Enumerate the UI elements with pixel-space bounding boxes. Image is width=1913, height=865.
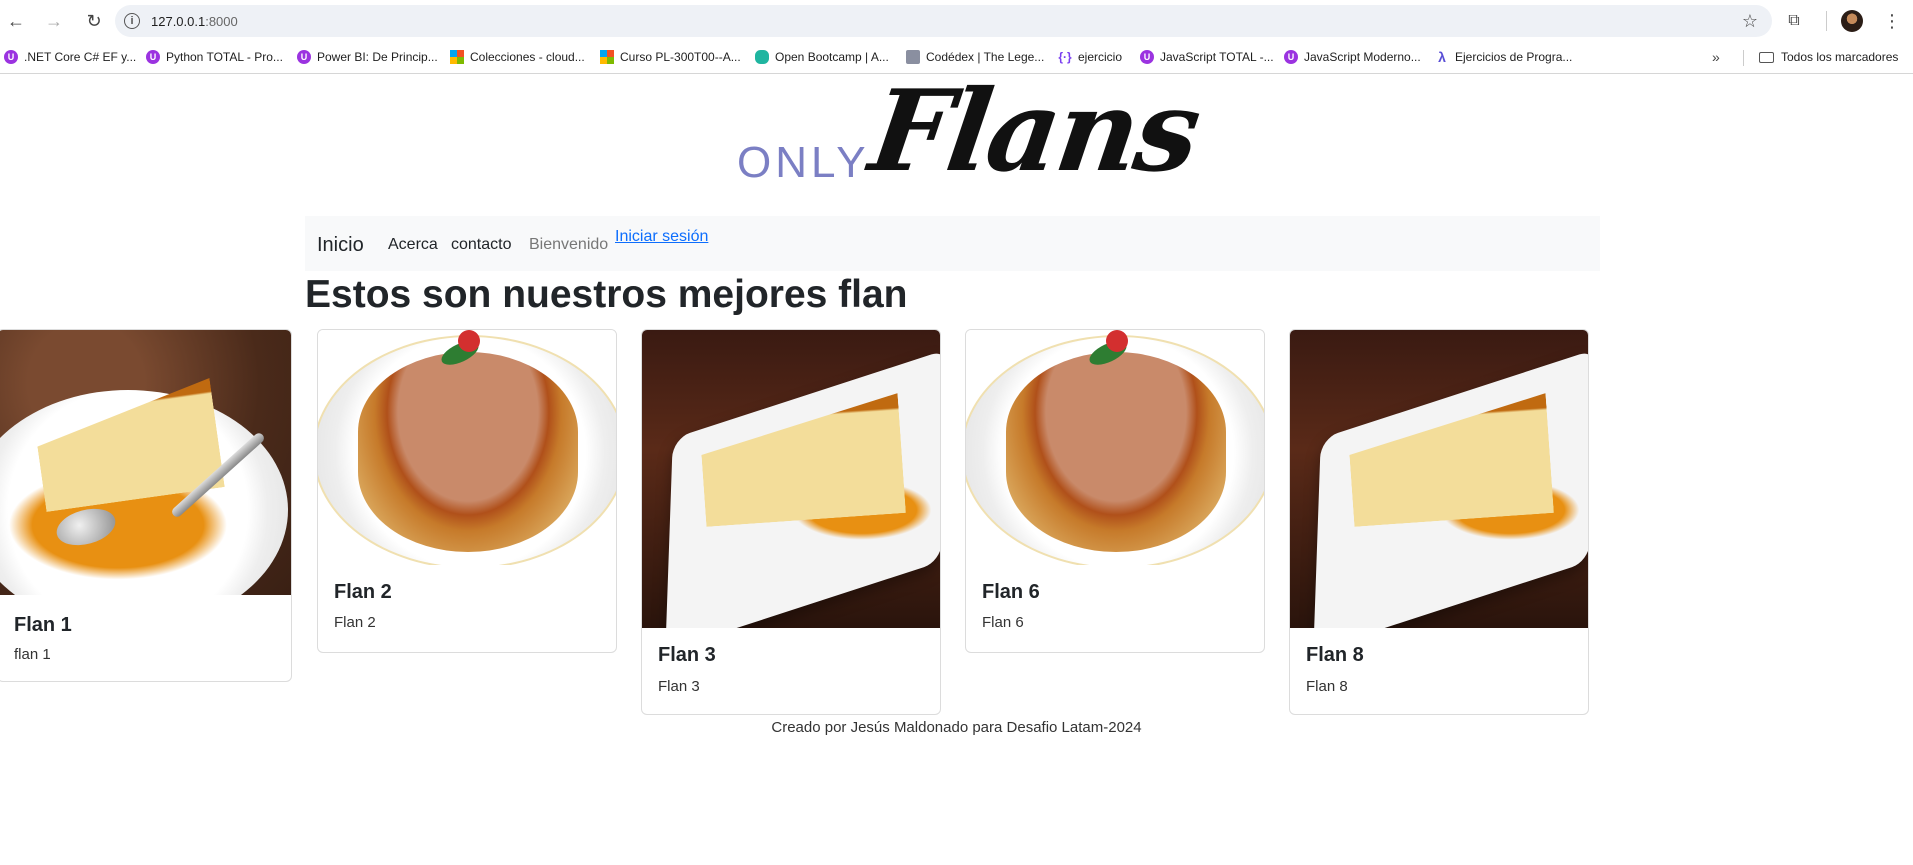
udemy-icon: U [146, 50, 160, 64]
page-footer: Creado por Jesús Maldonado para Desafio … [771, 719, 1142, 736]
more-bookmarks-chevron-icon[interactable]: » [1712, 49, 1720, 65]
bookmark-label: Codédex | The Lege... [926, 50, 1045, 64]
card-text: Flan 3 [658, 678, 700, 695]
codedex-icon [906, 50, 920, 64]
nav-brand-home[interactable]: Inicio [317, 234, 364, 257]
reload-icon[interactable]: ↻ [78, 5, 110, 37]
nav-link-contacto[interactable]: contacto [451, 236, 511, 254]
udemy-icon: U [1140, 50, 1154, 64]
udemy-icon: U [1284, 50, 1298, 64]
card-title: Flan 6 [982, 581, 1040, 603]
bookmark-label: Open Bootcamp | A... [775, 50, 889, 64]
bookmark-item[interactable]: λ Ejercicios de Progra... [1435, 49, 1573, 65]
card-text: Flan 6 [982, 614, 1024, 631]
back-arrow-icon[interactable]: ← [0, 5, 32, 37]
logo-only-text: ONLY [737, 138, 870, 187]
flan-image [642, 330, 940, 628]
url-text[interactable]: 127.0.0.1:8000 [151, 14, 238, 29]
bookmark-star-icon[interactable]: ☆ [1742, 11, 1758, 32]
nav-welcome-text: Bienvenido [529, 236, 609, 253]
flan-card[interactable]: Flan 6 Flan 6 [965, 329, 1265, 653]
bookmark-label: Colecciones - cloud... [470, 50, 585, 64]
bookmark-item[interactable]: Colecciones - cloud... [450, 50, 585, 64]
profile-avatar[interactable] [1841, 10, 1863, 32]
all-bookmarks-folder[interactable]: Todos los marcadores [1759, 50, 1898, 64]
card-title: Flan 2 [334, 581, 392, 603]
card-title: Flan 8 [1306, 644, 1364, 666]
bookmark-item[interactable]: U .NET Core C# EF y... [4, 50, 136, 64]
bookmark-item[interactable]: U Python TOTAL - Pro... [146, 50, 283, 64]
logo-flans-text: Flans [862, 66, 1206, 197]
bookmark-label: .NET Core C# EF y... [24, 50, 137, 64]
main-navbar: Inicio Acerca contacto Bienvenido Inicia… [305, 216, 1600, 271]
flan-image [0, 330, 291, 595]
bookmark-item[interactable]: U JavaScript Moderno... [1284, 50, 1421, 64]
bookmark-label: Curso PL-300T00--A... [620, 50, 741, 64]
all-bookmarks-label: Todos los marcadores [1781, 50, 1899, 64]
bookmark-item[interactable]: Codédex | The Lege... [906, 50, 1044, 64]
udemy-icon: U [4, 50, 18, 64]
card-title: Flan 1 [14, 614, 72, 636]
browser-toolbar: ← → ↻ i 127.0.0.1:8000 ☆ ⧉ ⋮ [0, 0, 1913, 42]
flan-card[interactable]: Flan 8 Flan 8 [1289, 329, 1589, 715]
url-host: 127.0.0.1 [151, 13, 206, 29]
openbootcamp-icon [755, 50, 769, 64]
card-text: Flan 2 [334, 614, 376, 631]
flan-image [318, 330, 616, 565]
flan-image [966, 330, 1264, 565]
toolbar-divider [1826, 11, 1827, 31]
udemy-icon: U [297, 50, 311, 64]
bookmark-item[interactable]: Curso PL-300T00--A... [600, 50, 741, 64]
bookmark-label: Python TOTAL - Pro... [166, 50, 283, 64]
bookmarks-divider [1743, 50, 1744, 66]
bookmark-label: Power BI: De Princip... [317, 50, 438, 64]
login-link[interactable]: Iniciar sesión [615, 228, 708, 246]
url-port: :8000 [205, 13, 238, 29]
bookmark-label: JavaScript TOTAL -... [1160, 50, 1274, 64]
microsoft-icon [450, 50, 464, 64]
browser-menu-icon[interactable]: ⋮ [1883, 11, 1901, 32]
bookmark-item[interactable]: {·} ejercicio [1058, 50, 1122, 64]
card-text: Flan 8 [1306, 678, 1348, 695]
flan-card[interactable]: Flan 3 Flan 3 [641, 329, 941, 715]
site-info-icon[interactable]: i [124, 13, 140, 29]
bookmark-label: JavaScript Moderno... [1304, 50, 1421, 64]
extensions-icon[interactable]: ⧉ [1784, 11, 1804, 31]
forward-arrow-icon[interactable]: → [38, 5, 70, 37]
nav-link-acerca[interactable]: Acerca [388, 236, 438, 254]
card-title: Flan 3 [658, 644, 716, 666]
microsoft-icon [600, 50, 614, 64]
bookmark-item[interactable]: U Power BI: De Princip... [297, 50, 438, 64]
address-bar[interactable]: i 127.0.0.1:8000 ☆ [115, 5, 1772, 37]
card-text: flan 1 [14, 646, 51, 663]
flan-card[interactable]: Flan 2 Flan 2 [317, 329, 617, 653]
lambda-icon: λ [1438, 49, 1446, 65]
bookmark-item[interactable]: Open Bootcamp | A... [755, 50, 889, 64]
page-heading: Estos son nuestros mejores flan [305, 273, 908, 316]
flan-card[interactable]: Flan 1 flan 1 [0, 329, 292, 682]
bookmark-item[interactable]: U JavaScript TOTAL -... [1140, 50, 1274, 64]
flan-image [1290, 330, 1588, 628]
brackets-icon: {·} [1058, 50, 1072, 64]
folder-icon [1759, 51, 1774, 63]
site-logo: ONLY Flans [737, 66, 1205, 197]
bookmark-label: Ejercicios de Progra... [1455, 50, 1573, 64]
bookmark-label: ejercicio [1078, 50, 1123, 64]
